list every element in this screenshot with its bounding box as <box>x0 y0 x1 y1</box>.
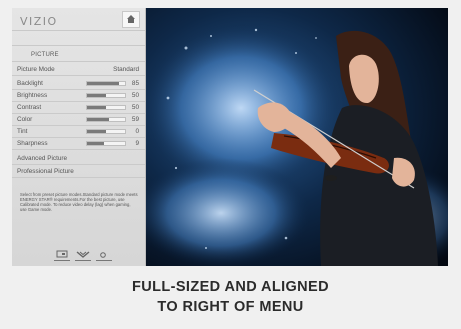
setting-label: Contrast <box>17 104 42 111</box>
setting-label: Sharpness <box>17 140 48 147</box>
setting-label: Color <box>17 116 33 123</box>
nav-underline <box>96 260 112 261</box>
setting-slider[interactable] <box>86 117 126 122</box>
advanced-picture-link[interactable]: Advanced Picture <box>12 153 145 165</box>
wide-icon[interactable] <box>76 250 90 259</box>
slider-fill <box>87 130 106 133</box>
setting-value: 0 <box>135 128 139 135</box>
setting-label: Backlight <box>17 80 43 87</box>
slider-fill <box>87 82 120 85</box>
setting-label: Tint <box>17 128 28 135</box>
setting-label: Brightness <box>17 92 48 99</box>
home-button[interactable] <box>122 11 140 28</box>
setting-row-tint[interactable]: Tint 0 <box>12 126 145 138</box>
closed-caption-icon[interactable] <box>98 250 108 259</box>
slider-fill <box>87 106 106 109</box>
professional-picture-link[interactable]: Professional Picture <box>12 166 145 178</box>
menu-divider <box>12 45 145 46</box>
brand-logo: VIZIO <box>20 15 58 28</box>
setting-row-brightness[interactable]: Brightness 50 <box>12 90 145 102</box>
picture-mode-value: Standard <box>113 66 139 73</box>
setting-row-contrast[interactable]: Contrast 50 <box>12 102 145 114</box>
picture-mode-label: Picture Mode <box>17 66 55 73</box>
mode-description: Select from preset picture modes.Standar… <box>20 192 138 213</box>
video-picture <box>146 8 448 266</box>
setting-value: 9 <box>135 140 139 147</box>
advanced-picture-label: Advanced Picture <box>17 155 68 162</box>
nav-underline <box>54 260 70 261</box>
setting-slider[interactable] <box>86 105 126 110</box>
setting-slider[interactable] <box>86 141 126 146</box>
professional-picture-label: Professional Picture <box>17 168 74 175</box>
menu-divider <box>12 30 145 31</box>
setting-value: 85 <box>131 80 139 87</box>
menu-divider <box>12 61 145 62</box>
setting-value: 50 <box>131 92 139 99</box>
picture-mode-row[interactable]: Picture Mode Standard <box>12 64 145 76</box>
tv-screen: VIZIO PICTURE Picture Mode Standard Back… <box>12 8 448 266</box>
nav-underline <box>75 260 91 261</box>
caption-line-2: TO RIGHT OF MENU <box>157 299 304 315</box>
setting-value: 50 <box>131 104 139 111</box>
input-icon[interactable] <box>56 250 68 259</box>
bottom-nav <box>52 250 112 262</box>
setting-row-backlight[interactable]: Backlight 85 <box>12 78 145 90</box>
tv-frame: VIZIO PICTURE Picture Mode Standard Back… <box>0 0 461 329</box>
setting-slider[interactable] <box>86 81 126 86</box>
picture-menu: VIZIO PICTURE Picture Mode Standard Back… <box>12 8 146 266</box>
setting-slider[interactable] <box>86 93 126 98</box>
section-title: PICTURE <box>31 52 59 58</box>
setting-row-color[interactable]: Color 59 <box>12 114 145 126</box>
setting-value: 59 <box>131 116 139 123</box>
caption-line-1: FULL-SIZED AND ALIGNED <box>131 279 330 295</box>
slider-fill <box>87 94 106 97</box>
slider-fill <box>87 118 110 121</box>
setting-row-sharpness[interactable]: Sharpness 9 <box>12 138 145 150</box>
slider-fill <box>87 142 105 145</box>
setting-slider[interactable] <box>86 129 126 134</box>
home-icon <box>127 15 135 23</box>
